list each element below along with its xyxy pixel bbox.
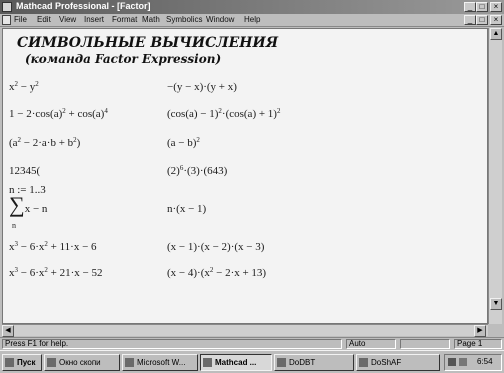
status-bar: Press F1 for help. Auto Page 1 xyxy=(0,337,504,349)
mathcad-app-icon[interactable] xyxy=(2,2,12,12)
result-expression[interactable]: n·(x − 1) xyxy=(167,203,206,215)
menu-file[interactable]: File xyxy=(14,14,27,26)
sum-symbol: ∑ xyxy=(9,192,25,217)
result-expression[interactable]: (x − 4)·(x2 − 2·x + 13) xyxy=(167,267,266,280)
result-expression[interactable]: (cos(a) − 1)2·(cos(a) + 1)2 xyxy=(167,108,280,121)
worksheet[interactable]: СИМВОЛЬНЫЕ ВЫЧИСЛЕНИЯ (команда Factor Ex… xyxy=(2,28,488,324)
scroll-down-arrow-icon[interactable]: ▼ xyxy=(490,298,502,310)
taskbar-item[interactable]: DoDBT xyxy=(274,354,354,371)
mathcad-icon xyxy=(203,358,212,367)
menu-help[interactable]: Help xyxy=(244,14,260,26)
taskbar-item[interactable]: Окно скопи xyxy=(44,354,120,371)
result-expression[interactable]: −(y − x)·(y + x) xyxy=(167,81,237,93)
clock[interactable]: 6:54 xyxy=(477,357,493,366)
horizontal-scrollbar[interactable]: ◀ ▶ xyxy=(2,324,488,337)
document-icon[interactable] xyxy=(2,15,11,25)
doc-close-button[interactable]: × xyxy=(490,15,502,25)
input-expression[interactable]: x2 − y2 xyxy=(9,81,39,94)
menu-edit[interactable]: Edit xyxy=(37,14,51,26)
vertical-scrollbar[interactable]: ▲ ▼ xyxy=(488,28,502,324)
start-button[interactable]: Пуск xyxy=(2,354,42,371)
menu-symbolics[interactable]: Symbolics xyxy=(166,14,202,26)
result-expression[interactable]: (2)6·(3)·(643) xyxy=(167,165,227,178)
system-tray: 6:54 xyxy=(444,354,502,371)
menu-format[interactable]: Format xyxy=(112,14,137,26)
window-icon xyxy=(47,358,56,367)
scroll-right-arrow-icon[interactable]: ▶ xyxy=(474,325,486,337)
menu-view[interactable]: View xyxy=(59,14,76,26)
input-expression[interactable]: (a2 − 2·a·b + b2) xyxy=(9,137,80,150)
heading-subtitle: (команда Factor Expression) xyxy=(25,52,222,66)
doc-restore-button[interactable]: □ xyxy=(476,15,488,25)
input-expression[interactable]: x3 − 6·x2 + 21·x − 52 xyxy=(9,267,102,280)
word-icon xyxy=(125,358,134,367)
minimize-button[interactable]: _ xyxy=(464,2,476,12)
taskbar: Пуск Окно скопи Microsoft W... Mathcad .… xyxy=(0,350,504,373)
tray-icon[interactable] xyxy=(448,358,456,366)
menu-bar: File Edit View Insert Format Math Symbol… xyxy=(0,14,504,27)
menu-insert[interactable]: Insert xyxy=(84,14,104,26)
result-expression[interactable]: (x − 1)·(x − 2)·(x − 3) xyxy=(167,241,264,253)
window-title: Mathcad Professional - [Factor] xyxy=(16,1,151,11)
menu-math[interactable]: Math xyxy=(142,14,160,26)
doc-minimize-button[interactable]: _ xyxy=(464,15,476,25)
input-expression[interactable]: 12345( xyxy=(9,165,40,177)
status-empty xyxy=(400,339,450,349)
taskbar-item[interactable]: Microsoft W... xyxy=(122,354,198,371)
status-help-text: Press F1 for help. xyxy=(2,339,342,349)
status-calc-mode: Auto xyxy=(346,339,396,349)
taskbar-item-active[interactable]: Mathcad ... xyxy=(200,354,272,371)
close-button[interactable]: × xyxy=(490,2,502,12)
result-expression[interactable]: (a − b)2 xyxy=(167,137,200,150)
input-expression[interactable]: x3 − 6·x2 + 11·x − 6 xyxy=(9,241,97,254)
program-icon xyxy=(359,358,368,367)
taskbar-item[interactable]: DoShAF xyxy=(356,354,440,371)
maximize-button[interactable]: □ xyxy=(476,2,488,12)
title-bar: Mathcad Professional - [Factor] _ □ × xyxy=(0,0,504,14)
tray-icon[interactable] xyxy=(459,358,467,366)
scroll-up-arrow-icon[interactable]: ▲ xyxy=(490,28,502,40)
sum-index: n xyxy=(12,221,16,230)
program-icon xyxy=(277,358,286,367)
input-expression[interactable]: 1 − 2·cos(a)2 + cos(a)4 xyxy=(9,108,108,121)
heading-title: СИМВОЛЬНЫЕ ВЫЧИСЛЕНИЯ xyxy=(17,35,279,51)
menu-window[interactable]: Window xyxy=(206,14,234,26)
sum-expression[interactable]: ∑x − n xyxy=(9,192,47,217)
windows-logo-icon xyxy=(5,358,14,367)
status-page: Page 1 xyxy=(454,339,502,349)
scroll-left-arrow-icon[interactable]: ◀ xyxy=(2,325,14,337)
